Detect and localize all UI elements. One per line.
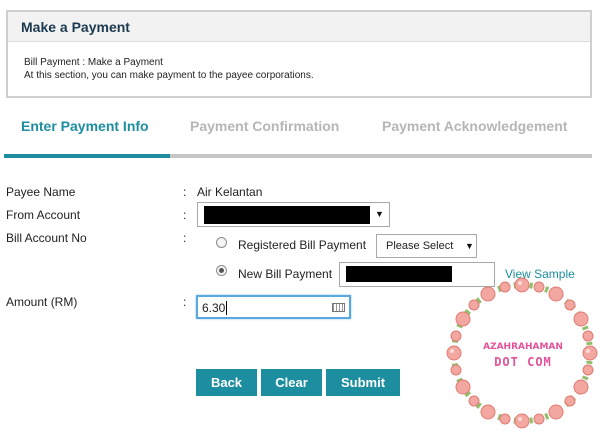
colon: : xyxy=(183,185,187,199)
new-bill-label: New Bill Payment xyxy=(238,267,333,281)
keyboard-icon[interactable] xyxy=(332,303,345,312)
watermark-wreath xyxy=(446,277,598,429)
from-account-select[interactable]: ▼ xyxy=(197,202,390,227)
colon: : xyxy=(183,208,187,222)
payee-name-label: Payee Name xyxy=(6,185,76,199)
breadcrumb: Bill Payment : Make a Payment xyxy=(24,57,163,68)
active-tab-indicator xyxy=(4,154,170,158)
text-cursor xyxy=(226,301,228,315)
select-value: Please Select xyxy=(386,240,454,252)
amount-value: 6.30 xyxy=(202,301,226,315)
from-account-label: From Account xyxy=(6,208,81,222)
registered-bill-label: Registered Bill Payment xyxy=(238,238,367,252)
chevron-down-icon: ▼ xyxy=(375,209,384,219)
colon: : xyxy=(183,295,187,309)
payee-name-value: Air Kelantan xyxy=(197,185,263,199)
bill-account-label: Bill Account No xyxy=(6,231,87,245)
amount-label: Amount (RM) xyxy=(6,295,78,309)
chevron-down-icon: ▼ xyxy=(465,241,474,251)
submit-button[interactable]: Submit xyxy=(326,369,400,396)
registered-bill-radio[interactable] xyxy=(216,237,227,248)
redacted-account xyxy=(204,206,370,224)
registered-bill-select[interactable]: Please Select ▼ xyxy=(376,234,477,258)
tab-enter-payment-info[interactable]: Enter Payment Info xyxy=(21,118,149,134)
amount-input[interactable]: 6.30 xyxy=(196,295,351,319)
panel-info-text: At this section, you can make payment to… xyxy=(24,70,314,81)
back-button[interactable]: Back xyxy=(196,369,257,396)
flower-wreath-icon xyxy=(446,277,598,429)
watermark-text-line2: DOT COM xyxy=(494,355,552,369)
new-bill-radio[interactable] xyxy=(216,265,227,276)
tab-payment-confirmation[interactable]: Payment Confirmation xyxy=(190,118,339,134)
clear-button[interactable]: Clear xyxy=(261,369,322,396)
payment-header-panel: Make a Payment Bill Payment : Make a Pay… xyxy=(6,10,592,98)
panel-description: Bill Payment : Make a Payment At this se… xyxy=(8,42,590,82)
colon: : xyxy=(183,231,187,245)
watermark-text-line1: AZAHRAHAMAN xyxy=(483,342,563,352)
tab-payment-acknowledgement[interactable]: Payment Acknowledgement xyxy=(382,118,567,134)
panel-title: Make a Payment xyxy=(8,12,590,42)
